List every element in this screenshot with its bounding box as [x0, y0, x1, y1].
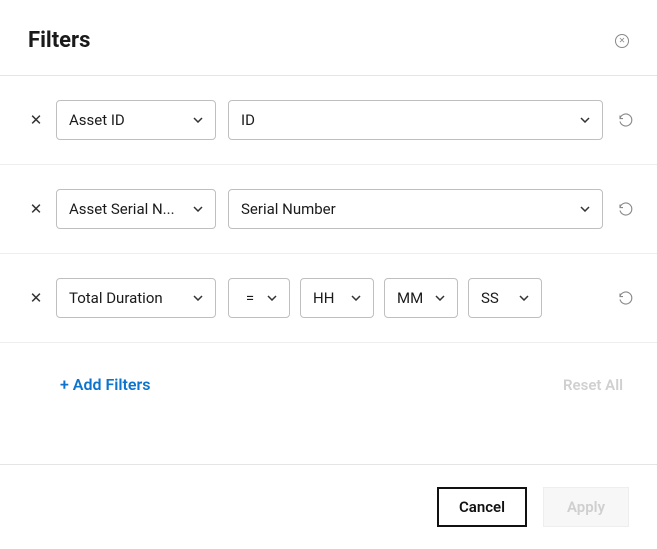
chevron-down-icon — [519, 295, 529, 301]
filter-actions: + Add Filters Reset All — [0, 343, 657, 418]
close-icon: ✕ — [30, 200, 43, 218]
seconds-select[interactable]: SS — [468, 278, 542, 318]
hours-label: HH — [313, 289, 334, 307]
value-label: ID — [241, 111, 255, 129]
undo-icon — [617, 111, 635, 129]
filter-row: ✕ Asset Serial N... Serial Number — [0, 165, 657, 254]
chevron-down-icon — [580, 206, 590, 212]
remove-filter-button[interactable]: ✕ — [28, 112, 44, 128]
chevron-down-icon — [267, 295, 277, 301]
filter-row: ✕ Total Duration = HH — [0, 254, 657, 343]
close-icon: ✕ — [619, 37, 626, 45]
minutes-label: MM — [397, 289, 423, 307]
value-label: Serial Number — [241, 200, 336, 218]
filters-panel: Filters ✕ ✕ Asset ID ID — [0, 0, 657, 549]
minutes-select[interactable]: MM — [384, 278, 458, 318]
reset-row-button[interactable] — [615, 198, 637, 220]
panel-footer: Cancel Apply — [0, 464, 657, 549]
close-button[interactable]: ✕ — [615, 34, 629, 48]
cancel-button[interactable]: Cancel — [437, 487, 527, 527]
reset-row-button[interactable] — [615, 287, 637, 309]
add-filters-button[interactable]: + Add Filters — [60, 375, 151, 394]
close-icon: ✕ — [30, 289, 43, 307]
undo-icon — [617, 289, 635, 307]
reset-row-button[interactable] — [615, 109, 637, 131]
reset-all-button[interactable]: Reset All — [563, 376, 623, 394]
duration-value-group: = HH MM SS — [228, 278, 603, 318]
chevron-down-icon — [193, 295, 203, 301]
remove-filter-button[interactable]: ✕ — [28, 201, 44, 217]
remove-filter-button[interactable]: ✕ — [28, 290, 44, 306]
value-select[interactable]: Serial Number — [228, 189, 603, 229]
operator-select[interactable]: = — [228, 278, 290, 318]
seconds-label: SS — [481, 289, 499, 307]
panel-title: Filters — [28, 28, 90, 53]
operator-label: = — [241, 289, 259, 307]
undo-icon — [617, 200, 635, 218]
field-select[interactable]: Total Duration — [56, 278, 216, 318]
chevron-down-icon — [193, 206, 203, 212]
field-select[interactable]: Asset Serial N... — [56, 189, 216, 229]
chevron-down-icon — [580, 117, 590, 123]
close-icon: ✕ — [30, 111, 43, 129]
apply-button[interactable]: Apply — [543, 487, 629, 527]
field-select[interactable]: Asset ID — [56, 100, 216, 140]
value-select[interactable]: ID — [228, 100, 603, 140]
chevron-down-icon — [435, 295, 445, 301]
hours-select[interactable]: HH — [300, 278, 374, 318]
panel-header: Filters ✕ — [0, 0, 657, 75]
field-label: Asset ID — [69, 111, 125, 129]
filter-row: ✕ Asset ID ID — [0, 76, 657, 165]
panel-body: ✕ Asset ID ID ✕ — [0, 75, 657, 464]
chevron-down-icon — [351, 295, 361, 301]
chevron-down-icon — [193, 117, 203, 123]
field-label: Asset Serial N... — [69, 200, 175, 218]
field-label: Total Duration — [69, 289, 163, 307]
